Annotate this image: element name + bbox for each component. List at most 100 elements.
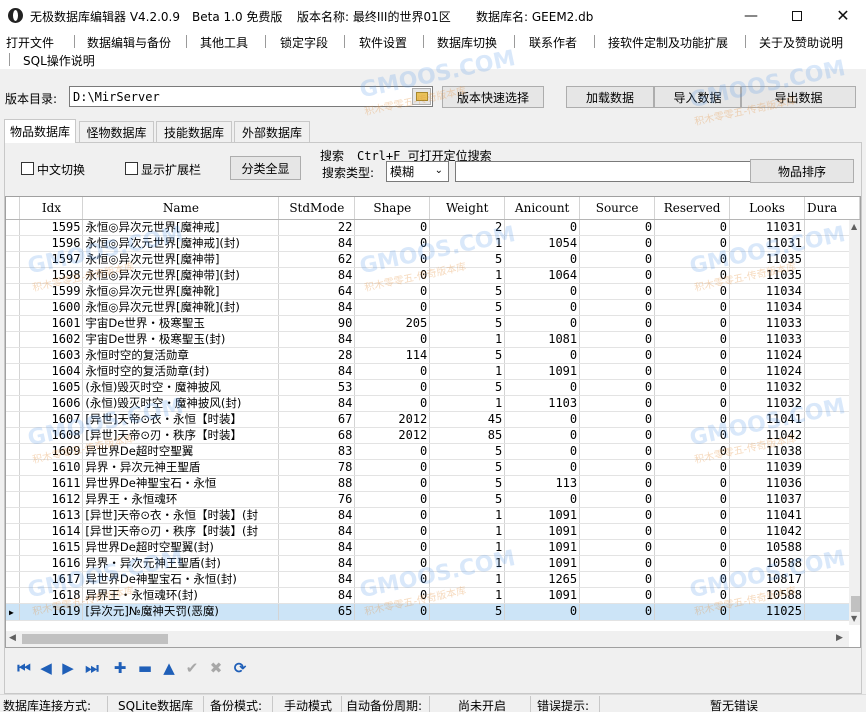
grid-cell[interactable]: [异次元]№魔神天罚(恶魔): [82, 603, 280, 621]
grid-cell[interactable]: 1595: [19, 219, 84, 236]
grid-cell[interactable]: 1602: [19, 331, 84, 348]
grid-cell[interactable]: 5: [429, 603, 506, 621]
grid-cell[interactable]: 0: [354, 571, 431, 588]
grid-cell[interactable]: 0: [579, 219, 656, 236]
row-indicator[interactable]: [6, 587, 21, 604]
table-row[interactable]: 1600 永恒◎异次元世界[魔神靴](封) 84 0 5 0 0 0 11034: [6, 299, 860, 316]
tab-items-db[interactable]: 物品数据库: [4, 119, 76, 143]
grid-cell[interactable]: 0: [354, 299, 431, 316]
grid-cell[interactable]: 0: [504, 491, 581, 508]
delete-record-button[interactable]: ▬: [137, 659, 153, 677]
grid-cell[interactable]: 88: [278, 475, 356, 492]
search-input[interactable]: [455, 161, 751, 182]
header-name[interactable]: Name: [82, 197, 280, 220]
grid-cell[interactable]: 永恒◎异次元世界[魔神带](封): [82, 267, 280, 284]
grid-cell[interactable]: 28: [278, 347, 356, 364]
grid-cell[interactable]: 2012: [354, 411, 431, 428]
grid-cell[interactable]: 0: [579, 299, 656, 316]
grid-cell[interactable]: 1598: [19, 267, 84, 284]
grid-cell[interactable]: 11033: [729, 331, 805, 348]
table-row[interactable]: 1601 宇宙De世界・极寒聖玉 90 205 5 0 0 0 11033: [6, 315, 860, 332]
grid-cell[interactable]: 84: [278, 331, 356, 348]
grid-cell[interactable]: 84: [278, 395, 356, 412]
grid-cell[interactable]: 0: [654, 379, 731, 396]
menu-about[interactable]: 关于及赞助说明: [759, 34, 843, 51]
grid-cell[interactable]: 1091: [504, 539, 581, 556]
grid-cell[interactable]: 0: [654, 235, 731, 252]
minimize-button[interactable]: —: [728, 0, 774, 31]
data-grid[interactable]: Idx Name StdMode Shape Weight Anicount S…: [5, 196, 861, 648]
row-indicator[interactable]: [6, 219, 21, 236]
chinese-switch-checkbox[interactable]: [21, 162, 34, 175]
grid-cell[interactable]: 永恒◎异次元世界[魔神戒](封): [82, 235, 280, 252]
row-indicator[interactable]: [6, 299, 21, 316]
cancel-record-button[interactable]: ✖: [208, 659, 224, 677]
grid-cell[interactable]: 1614: [19, 523, 84, 540]
show-ext-checkbox[interactable]: [125, 162, 138, 175]
grid-cell[interactable]: 0: [654, 395, 731, 412]
grid-cell[interactable]: 0: [579, 427, 656, 444]
edit-record-button[interactable]: ▲: [161, 659, 177, 677]
grid-cell[interactable]: 11042: [729, 427, 805, 444]
grid-cell[interactable]: 0: [579, 331, 656, 348]
grid-cell[interactable]: 11031: [729, 235, 805, 252]
grid-cell[interactable]: 1: [429, 555, 506, 572]
grid-cell[interactable]: 0: [654, 603, 731, 621]
grid-cell[interactable]: 0: [579, 491, 656, 508]
table-row[interactable]: 1617 异世界De神聖宝石・永恒(封) 84 0 1 1265 0 0 10817: [6, 571, 860, 588]
grid-cell[interactable]: 11041: [729, 507, 805, 524]
grid-cell[interactable]: 1619: [19, 603, 84, 621]
grid-cell[interactable]: 83: [278, 443, 356, 460]
table-row[interactable]: 1602 宇宙De世界・极寒聖玉(封) 84 0 1 1081 0 0 11033: [6, 331, 860, 348]
grid-cell[interactable]: 1091: [504, 587, 581, 604]
grid-cell[interactable]: 1091: [504, 507, 581, 524]
grid-cell[interactable]: 11037: [729, 491, 805, 508]
grid-cell[interactable]: 0: [354, 251, 431, 268]
grid-cell[interactable]: 1597: [19, 251, 84, 268]
grid-cell[interactable]: 0: [654, 427, 731, 444]
grid-cell[interactable]: 永恒时空的复活勋章(封): [82, 363, 280, 380]
grid-cell[interactable]: 1604: [19, 363, 84, 380]
table-row[interactable]: 1616 异界・异次元神王聖盾(封) 84 0 1 1091 0 0 10588: [6, 555, 860, 572]
grid-cell[interactable]: 永恒◎异次元世界[魔神戒]: [82, 219, 280, 236]
table-row[interactable]: 1607 [异世]天帝⊙衣・永恒【时装】 67 2012 45 0 0 0 11041: [6, 411, 860, 428]
grid-cell[interactable]: 11041: [729, 411, 805, 428]
grid-cell[interactable]: 0: [654, 283, 731, 300]
grid-cell[interactable]: 205: [354, 315, 431, 332]
grid-cell[interactable]: 0: [504, 219, 581, 236]
row-indicator[interactable]: ▶: [6, 603, 21, 621]
grid-cell[interactable]: 0: [354, 587, 431, 604]
grid-cell[interactable]: [异世]天帝⊙刃・秩序【时装】(封: [82, 523, 280, 540]
grid-cell[interactable]: 0: [579, 587, 656, 604]
grid-cell[interactable]: 11042: [729, 523, 805, 540]
grid-cell[interactable]: 11032: [729, 395, 805, 412]
grid-cell[interactable]: [异世]天帝⊙衣・永恒【时装】(封: [82, 507, 280, 524]
grid-cell[interactable]: 11035: [729, 251, 805, 268]
grid-cell[interactable]: 1610: [19, 459, 84, 476]
grid-cell[interactable]: 异界王・永恒魂环: [82, 491, 280, 508]
grid-cell[interactable]: (永恒)毁灭时空・魔神披风(封): [82, 395, 280, 412]
header-dura[interactable]: Dura: [804, 197, 860, 220]
grid-cell[interactable]: 85: [429, 427, 506, 444]
grid-cell[interactable]: 76: [278, 491, 356, 508]
grid-cell[interactable]: 1596: [19, 235, 84, 252]
row-indicator[interactable]: [6, 347, 21, 364]
grid-cell[interactable]: 1081: [504, 331, 581, 348]
table-row[interactable]: 1610 异界・异次元神王聖盾 78 0 5 0 0 0 11039: [6, 459, 860, 476]
grid-cell[interactable]: 22: [278, 219, 356, 236]
grid-cell[interactable]: 5: [429, 459, 506, 476]
last-record-button[interactable]: ⏭: [84, 659, 100, 677]
table-row[interactable]: 1618 异界王・永恒魂环(封) 84 0 1 1091 0 0 10588: [6, 587, 860, 604]
grid-cell[interactable]: 90: [278, 315, 356, 332]
path-input[interactable]: D:\MirServer: [69, 86, 433, 107]
scroll-up-icon[interactable]: ▲: [851, 222, 857, 231]
grid-cell[interactable]: 0: [579, 459, 656, 476]
row-indicator[interactable]: [6, 475, 21, 492]
row-indicator[interactable]: [6, 571, 21, 588]
prior-record-button[interactable]: ◀: [38, 659, 54, 677]
table-row[interactable]: 1608 [异世]天帝⊙刃・秩序【时装】 68 2012 85 0 0 0 11042: [6, 427, 860, 444]
grid-cell[interactable]: 0: [654, 299, 731, 316]
grid-cell[interactable]: 异世界De神聖宝石・永恒(封): [82, 571, 280, 588]
row-indicator[interactable]: [6, 411, 21, 428]
grid-cell[interactable]: 1609: [19, 443, 84, 460]
